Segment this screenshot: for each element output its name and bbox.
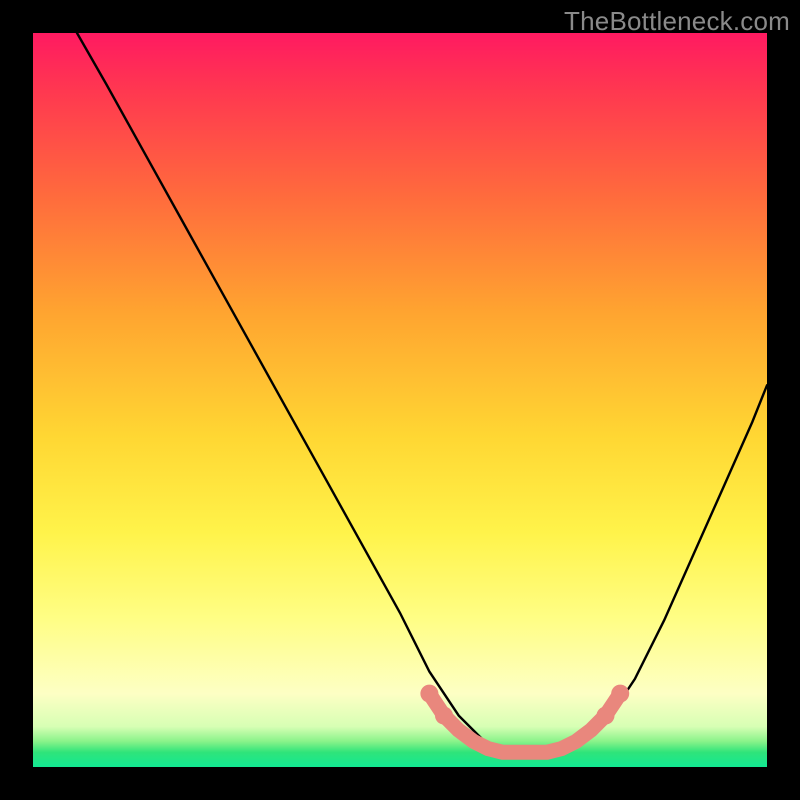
black-curve xyxy=(77,33,767,752)
curve-layer xyxy=(33,33,767,767)
plot-area xyxy=(33,33,767,767)
chart-frame: TheBottleneck.com xyxy=(0,0,800,800)
watermark-text: TheBottleneck.com xyxy=(564,6,790,37)
pink-band xyxy=(429,694,620,753)
pink-dot xyxy=(597,707,615,725)
pink-dot xyxy=(420,685,438,703)
pink-dot xyxy=(435,707,453,725)
pink-dot xyxy=(611,685,629,703)
